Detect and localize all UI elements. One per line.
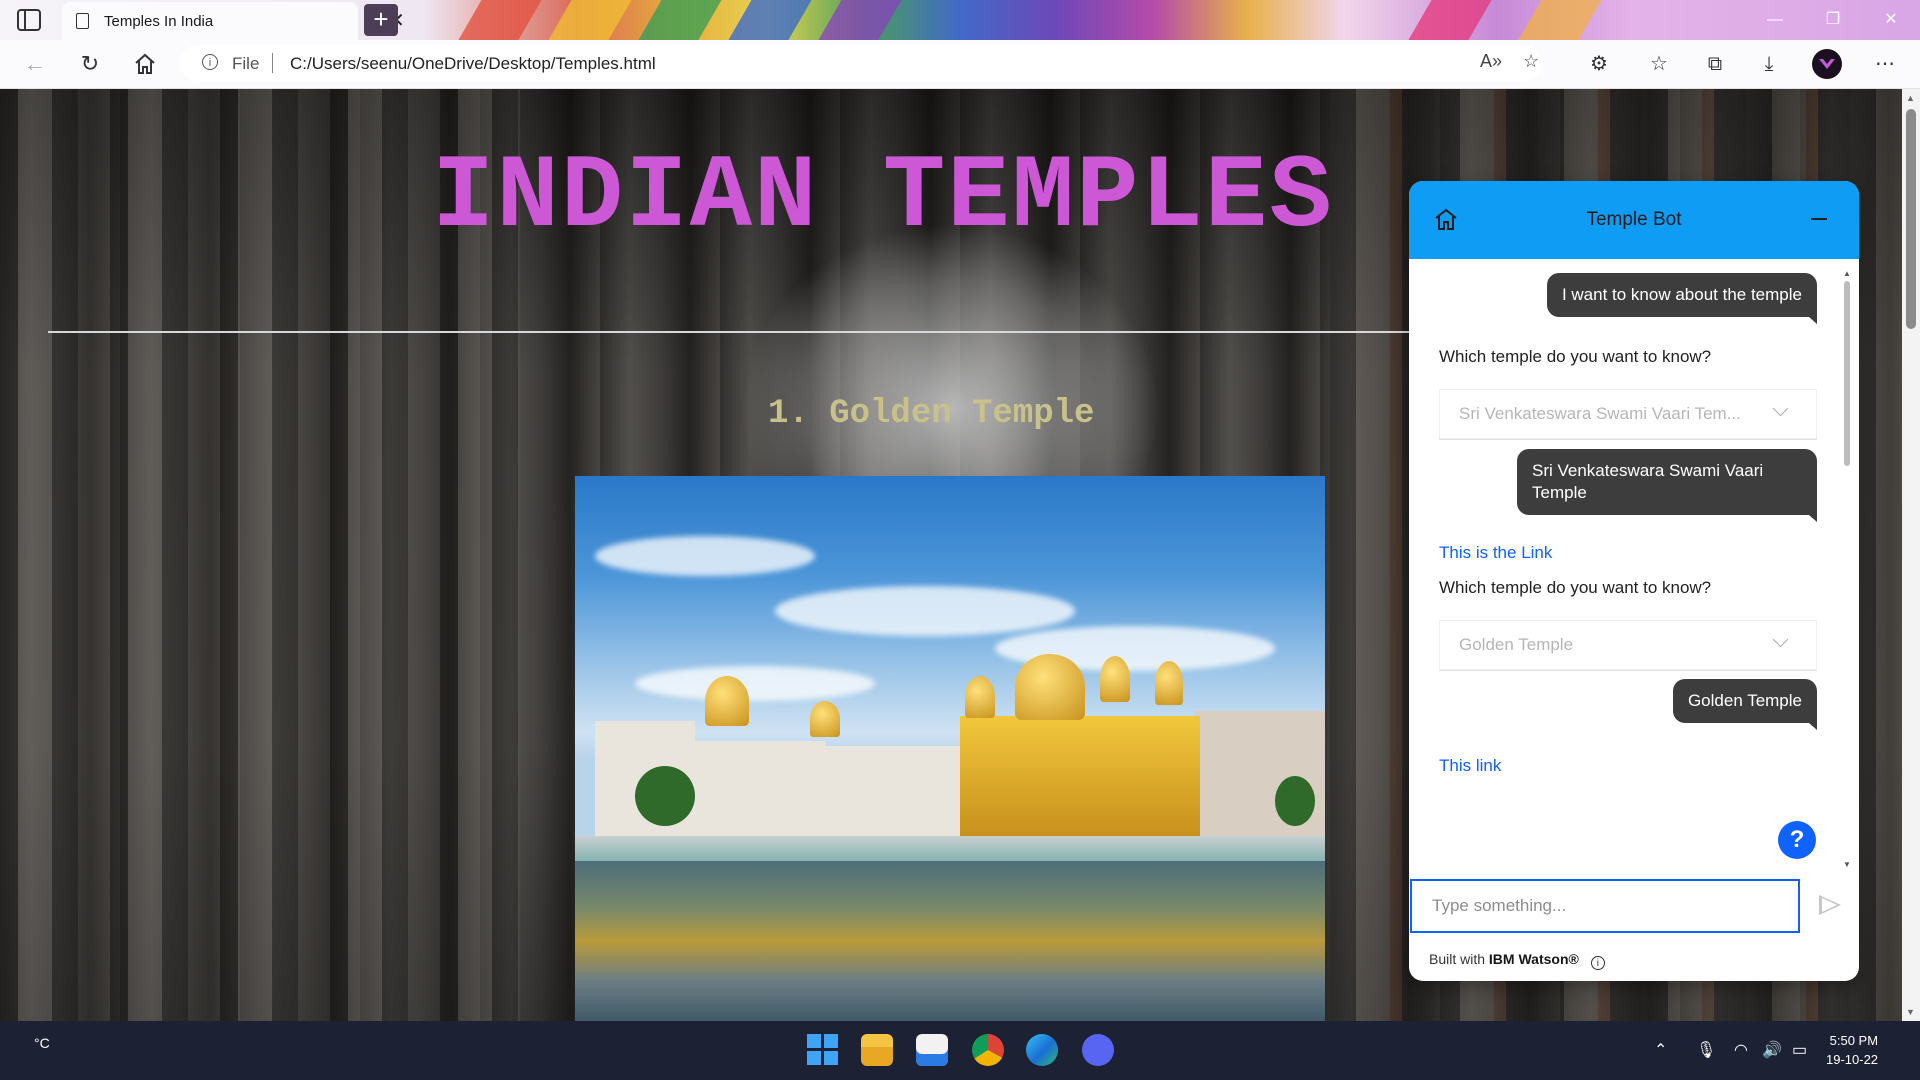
store-icon[interactable] <box>916 1034 948 1066</box>
collections-icon[interactable]: ⧉ <box>1700 49 1730 79</box>
address-field[interactable]: i File C:/Users/seenu/OneDrive/Desktop/T… <box>180 45 1542 81</box>
more-options-icon[interactable]: ⋯ <box>1870 49 1900 79</box>
scroll-down-icon[interactable]: ▼ <box>1906 1007 1915 1017</box>
bot-message: Which temple do you want to know? <box>1439 347 1712 366</box>
read-aloud-icon[interactable]: A» <box>1480 51 1502 72</box>
title-divider <box>48 331 1440 333</box>
chat-minimize-icon[interactable] <box>1811 218 1827 220</box>
page-scrollbar[interactable]: ▲ ▼ <box>1902 89 1920 1021</box>
browser-tab[interactable]: Temples In India ✕ <box>62 2 405 40</box>
extensions-icon[interactable]: ⚙ <box>1584 49 1614 79</box>
file-explorer-icon[interactable] <box>861 1034 893 1066</box>
chevron-down-icon <box>1772 400 1789 417</box>
site-info-icon[interactable]: i <box>202 54 218 70</box>
microphone-icon[interactable]: 🎙 <box>1696 1040 1716 1060</box>
start-icon[interactable] <box>807 1034 838 1065</box>
chat-title: Temple Bot <box>1586 209 1682 230</box>
scroll-up-icon[interactable]: ▲ <box>1906 93 1915 103</box>
chatbot-window: Temple Bot I want to know about the temp… <box>1409 181 1859 981</box>
url-text[interactable]: C:/Users/seenu/OneDrive/Desktop/Temples.… <box>290 54 656 74</box>
page-scroll-thumb[interactable] <box>1906 109 1916 329</box>
minimize-icon[interactable]: — <box>1746 0 1804 40</box>
temple-dropdown[interactable]: Golden Temple <box>1439 620 1817 671</box>
dropdown-value: Sri Venkateswara Swami Vaari Tem... <box>1459 404 1741 423</box>
battery-icon[interactable]: ▭ <box>1792 1040 1807 1060</box>
volume-icon[interactable]: 🔊 <box>1762 1040 1782 1060</box>
user-message: Golden Temple <box>1672 679 1818 730</box>
window-controls: — ❐ ✕ <box>1746 0 1920 40</box>
bot-message: Which temple do you want to know? <box>1439 578 1712 597</box>
document-icon <box>76 13 89 29</box>
chevron-down-icon <box>1772 631 1789 648</box>
new-tab-button[interactable]: + <box>364 4 398 36</box>
chrome-icon[interactable] <box>972 1034 1004 1066</box>
refresh-icon[interactable]: ↻ <box>75 49 105 79</box>
footer-brand: IBM Watson® <box>1488 951 1579 967</box>
restore-icon[interactable]: ❐ <box>1804 0 1862 40</box>
profile-avatar[interactable] <box>1812 49 1842 79</box>
discord-icon[interactable] <box>1082 1034 1114 1066</box>
browser-tab-bar: Temples In India ✕ + — ❐ ✕ <box>0 0 1920 40</box>
edge-icon[interactable] <box>1026 1034 1058 1066</box>
clock-time: 5:50 PM <box>1829 1033 1879 1048</box>
page-title: INDIAN TEMPLES <box>432 139 1334 257</box>
dropdown-value: Golden Temple <box>1459 635 1574 654</box>
add-favorite-icon[interactable]: ☆ <box>1523 51 1539 72</box>
chat-input-row: Type something... <box>1409 879 1859 933</box>
chat-input[interactable]: Type something... <box>1410 879 1800 933</box>
url-scheme: File <box>232 54 260 73</box>
url-divider <box>272 53 273 73</box>
temple-dropdown[interactable]: Sri Venkateswara Swami Vaari Tem... <box>1439 389 1817 440</box>
downloads-icon[interactable]: ⤓ <box>1754 49 1784 79</box>
golden-temple-image <box>575 476 1325 1021</box>
favorites-icon[interactable]: ☆ <box>1644 49 1674 79</box>
clock-date: 19-10-22 <box>1826 1052 1879 1067</box>
home-icon[interactable] <box>130 49 160 79</box>
user-message: I want to know about the temple <box>1546 273 1818 324</box>
tray-overflow-icon[interactable]: ⌃ <box>1654 1040 1667 1060</box>
tab-title: Temples In India <box>104 13 214 30</box>
system-clock[interactable]: 5:50 PM 19-10-22 <box>1826 1031 1878 1069</box>
chat-header: Temple Bot <box>1409 181 1859 259</box>
chat-scroll-up-icon[interactable]: ▲ <box>1843 269 1851 278</box>
user-message: Sri Venkateswara Swami Vaari Temple <box>1517 449 1817 522</box>
chat-messages[interactable]: I want to know about the temple Which te… <box>1409 259 1859 879</box>
bot-link[interactable]: This link <box>1439 756 1501 776</box>
back-icon[interactable]: ← <box>20 49 50 79</box>
weather-widget[interactable]: °C <box>34 1035 50 1051</box>
send-icon[interactable] <box>1819 895 1841 915</box>
window-close-icon[interactable]: ✕ <box>1862 0 1920 40</box>
bot-link[interactable]: This is the Link <box>1439 543 1552 563</box>
tab-actions-icon[interactable] <box>16 8 42 32</box>
chat-scroll-down-icon[interactable]: ▼ <box>1843 860 1851 869</box>
footer-prefix: Built with <box>1429 951 1489 967</box>
chat-footer: Built with IBM Watson® i <box>1429 951 1605 970</box>
chat-scrollbar[interactable]: ▲ ▼ <box>1841 269 1853 869</box>
info-icon[interactable]: i <box>1590 956 1605 970</box>
help-button[interactable]: ? <box>1778 821 1816 859</box>
wifi-icon[interactable]: ◠ <box>1734 1040 1748 1060</box>
section-heading: 1. Golden Temple <box>768 395 1095 433</box>
taskbar: °C ⌃ 🎙 ◠ 🔊 ▭ 5:50 PM 19-10-22 <box>0 1021 1920 1080</box>
address-bar-row: ← ↻ i File C:/Users/seenu/OneDrive/Deskt… <box>0 40 1920 89</box>
chat-scroll-thumb[interactable] <box>1844 281 1850 466</box>
